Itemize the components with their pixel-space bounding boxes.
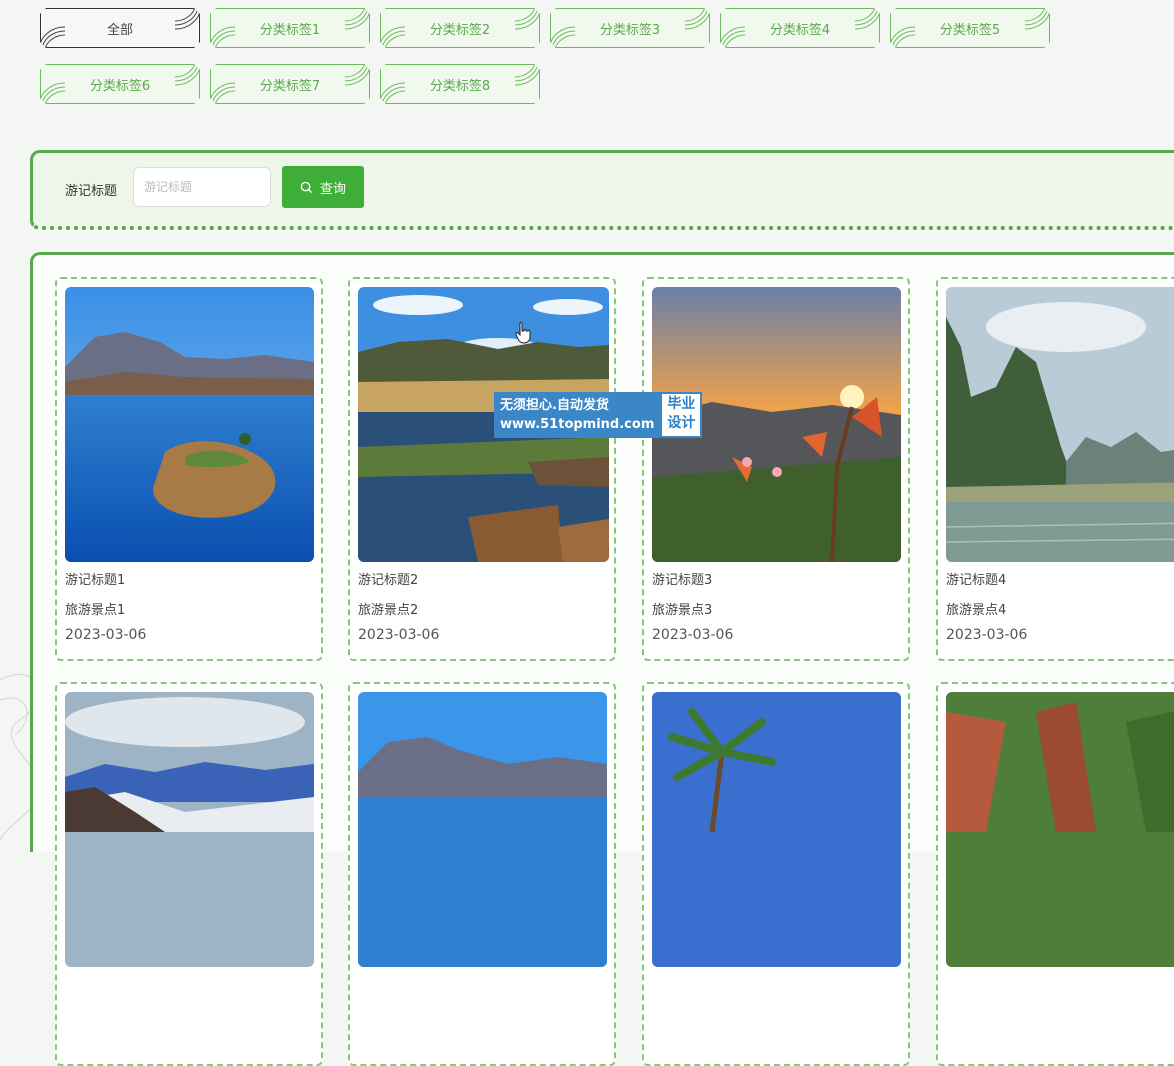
watermark-badge-line-1: 毕业 (667, 396, 696, 412)
travel-note-image (946, 692, 1174, 967)
swirl-ornament-icon (207, 79, 237, 109)
tag-category-4[interactable]: 分类标签4 (720, 8, 880, 48)
swirl-ornament-icon (683, 3, 713, 33)
tag-category-7[interactable]: 分类标签7 (210, 64, 370, 104)
tag-category-8[interactable]: 分类标签8 (380, 64, 540, 104)
search-input[interactable] (133, 167, 271, 207)
tag-label: 分类标签2 (429, 22, 491, 38)
travel-note-image (946, 287, 1174, 562)
tag-category-6[interactable]: 分类标签6 (40, 64, 200, 104)
swirl-ornament-icon (37, 23, 67, 53)
card-scenic-spot: 旅游景点1 (65, 603, 126, 618)
tag-all[interactable]: 全部 (40, 8, 200, 48)
watermark-line-2: www.51topmind.com (500, 417, 655, 432)
travel-note-card[interactable]: 游记标题1 旅游景点1 2023-03-06 (55, 277, 323, 661)
swirl-ornament-icon (377, 79, 407, 109)
card-title: 游记标题1 (65, 573, 126, 588)
tag-category-3[interactable]: 分类标签3 (550, 8, 710, 48)
search-icon (300, 181, 313, 193)
tag-label: 分类标签4 (769, 22, 831, 38)
travel-note-card[interactable]: 游记标题3 旅游景点3 2023-03-06 (642, 277, 910, 661)
card-date: 2023-03-06 (946, 627, 1028, 643)
watermark-text: 无须担心.自动发货 www.51topmind.com (494, 392, 661, 438)
travel-notes-list: 游记标题1 旅游景点1 2023-03-06 游记标题2 旅游景点2 2023-… (30, 252, 1174, 1066)
swirl-ornament-icon (887, 23, 917, 53)
travel-note-image (65, 287, 314, 562)
search-panel: 游记标题 查询 (30, 150, 1174, 230)
swirl-ornament-icon (717, 23, 747, 53)
travel-note-image (358, 692, 607, 967)
tag-label: 分类标签8 (429, 78, 491, 94)
tag-label: 分类标签1 (259, 22, 321, 38)
swirl-ornament-icon (173, 3, 203, 33)
travel-note-card[interactable] (55, 682, 323, 1066)
travel-note-card[interactable] (642, 682, 910, 1066)
search-label: 游记标题 (65, 184, 118, 199)
tag-category-5[interactable]: 分类标签5 (890, 8, 1050, 48)
card-title: 游记标题4 (946, 573, 1007, 588)
search-button[interactable]: 查询 (282, 166, 364, 208)
tag-label: 分类标签7 (259, 78, 321, 94)
card-title: 游记标题2 (358, 573, 419, 588)
swirl-ornament-icon (853, 3, 883, 33)
swirl-ornament-icon (37, 79, 67, 109)
search-button-label: 查询 (319, 181, 346, 197)
travel-note-card[interactable] (936, 682, 1174, 1066)
tag-label: 分类标签5 (939, 22, 1001, 38)
travel-note-card[interactable]: 游记标题2 旅游景点2 2023-03-06 (348, 277, 616, 661)
card-scenic-spot: 旅游景点3 (652, 603, 713, 618)
watermark-banner: 无须担心.自动发货 www.51topmind.com 毕业 设计 (494, 392, 703, 438)
tag-label: 全部 (106, 22, 133, 38)
card-date: 2023-03-06 (652, 627, 734, 643)
card-date: 2023-03-06 (65, 627, 147, 643)
swirl-ornament-icon (343, 3, 373, 33)
swirl-ornament-icon (343, 59, 373, 89)
swirl-ornament-icon (1023, 3, 1053, 33)
swirl-ornament-icon (207, 23, 237, 53)
travel-note-card[interactable] (348, 682, 616, 1066)
swirl-ornament-icon (173, 59, 203, 89)
travel-note-card[interactable]: 游记标题4 旅游景点4 2023-03-06 (936, 277, 1174, 661)
travel-note-image (65, 692, 314, 967)
travel-note-image (652, 692, 901, 967)
card-date: 2023-03-06 (358, 627, 440, 643)
swirl-ornament-icon (377, 23, 407, 53)
tag-label: 分类标签3 (599, 22, 661, 38)
watermark-line-1: 无须担心.自动发货 (500, 398, 609, 413)
swirl-ornament-icon (547, 23, 577, 53)
tag-label: 分类标签6 (89, 78, 151, 94)
card-scenic-spot: 旅游景点2 (358, 603, 419, 618)
hand-cursor-icon (515, 322, 531, 344)
card-scenic-spot: 旅游景点4 (946, 603, 1007, 618)
watermark-badge-line-2: 设计 (667, 415, 696, 431)
tag-category-1[interactable]: 分类标签1 (210, 8, 370, 48)
swirl-ornament-icon (513, 3, 543, 33)
swirl-ornament-icon (513, 59, 543, 89)
watermark-badge: 毕业 设计 (660, 392, 703, 438)
tag-category-2[interactable]: 分类标签2 (380, 8, 540, 48)
card-title: 游记标题3 (652, 573, 713, 588)
